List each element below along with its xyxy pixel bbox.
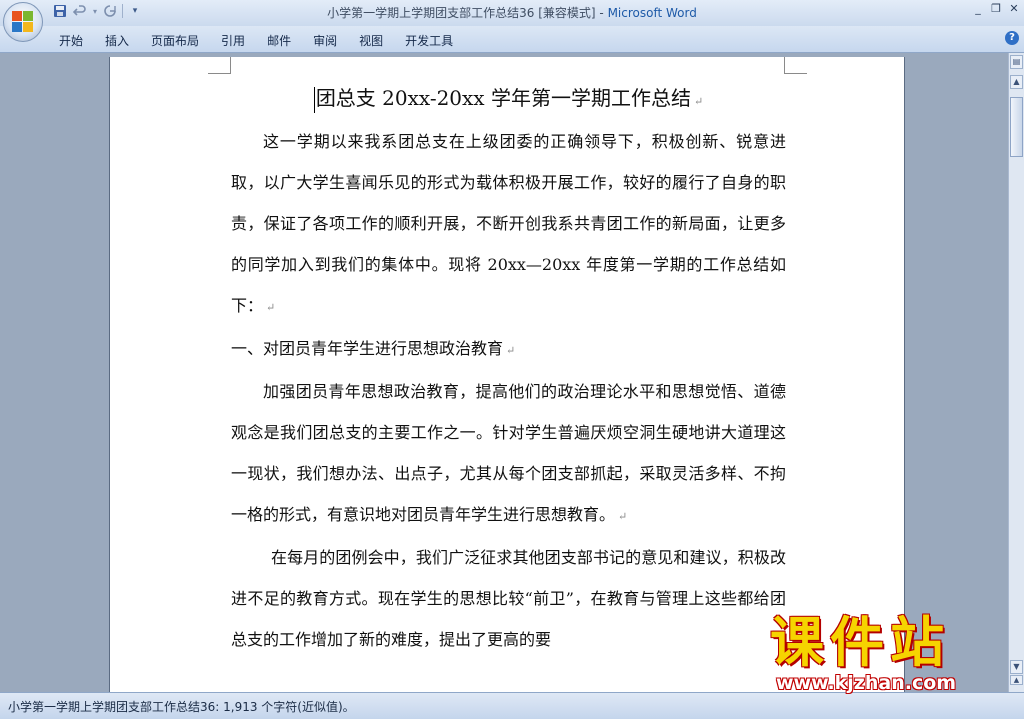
scroll-down-icon[interactable]: ▼ bbox=[1010, 660, 1023, 674]
window-controls: _ ❐ ✕ bbox=[972, 2, 1020, 15]
paragraph: 这一学期以来我系团总支在上级团委的正确领导下，积极创新、锐意进取，以广大学生喜闻… bbox=[231, 132, 786, 315]
tab-mailings[interactable]: 邮件 bbox=[256, 30, 302, 51]
paragraph: 加强团员青年思想政治教育，提高他们的政治理论水平和思想觉悟、道德观念是我们团总支… bbox=[231, 382, 786, 524]
quick-access-toolbar: ▾ ▾ bbox=[52, 3, 143, 19]
tab-developer[interactable]: 开发工具 bbox=[394, 30, 464, 51]
minimize-icon[interactable]: _ bbox=[972, 2, 984, 15]
crop-mark-top-left bbox=[208, 57, 231, 74]
watermark-main-text: 课件站 bbox=[770, 611, 950, 674]
qat-separator bbox=[122, 4, 123, 18]
status-text: 小学第一学期上学期团支部工作总结36: 1,913 个字符(近似值)。 bbox=[8, 700, 355, 714]
document-page[interactable]: 团总支 20xx-20xx 学年第一学期工作总结 ↵ 这一学期以来我系团总支在上级… bbox=[110, 57, 904, 692]
app-name: Microsoft Word bbox=[607, 6, 697, 20]
tab-review[interactable]: 审阅 bbox=[302, 30, 348, 51]
crop-mark-top-right bbox=[784, 57, 807, 74]
restore-icon[interactable]: ❐ bbox=[990, 2, 1002, 15]
undo-dropdown-icon[interactable]: ▾ bbox=[92, 3, 98, 19]
tab-insert[interactable]: 插入 bbox=[94, 30, 140, 51]
help-icon[interactable]: ? bbox=[1005, 31, 1019, 45]
section-heading: 一、对团员青年学生进行思想政治教育 ↵ bbox=[231, 339, 516, 358]
previous-page-icon[interactable]: ▲ bbox=[1010, 675, 1023, 685]
watermark-logo: 课件站 www.kjzhan.com bbox=[770, 611, 957, 695]
office-button[interactable] bbox=[3, 2, 43, 42]
ribbon-tabs: 开始 插入 页面布局 引用 邮件 审阅 视图 开发工具 bbox=[48, 30, 464, 51]
scroll-thumb[interactable] bbox=[1010, 97, 1023, 157]
save-icon[interactable] bbox=[52, 3, 68, 19]
paragraph-mark: ↵ bbox=[693, 95, 704, 108]
document-name: 小学第一学期上学期团支部工作总结36 [兼容模式] bbox=[327, 6, 596, 20]
watermark-url: www.kjzhan.com bbox=[776, 672, 957, 694]
tab-page-layout[interactable]: 页面布局 bbox=[140, 30, 210, 51]
text-cursor bbox=[313, 86, 315, 113]
scroll-up-icon[interactable]: ▲ bbox=[1010, 75, 1023, 89]
redo-icon[interactable] bbox=[102, 3, 118, 19]
undo-icon[interactable] bbox=[72, 3, 88, 19]
ribbon-tab-bar: 开始 插入 页面布局 引用 邮件 审阅 视图 开发工具 ? bbox=[0, 26, 1024, 53]
paragraph: 在每月的团例会中，我们广泛征求其他团支部书记的意见和建议，积极改进不足的教育方式… bbox=[231, 548, 786, 649]
status-bar: 小学第一学期上学期团支部工作总结36: 1,913 个字符(近似值)。 bbox=[0, 692, 1024, 719]
paragraph-mark: ↵ bbox=[618, 510, 628, 523]
window-title: 小学第一学期上学期团支部工作总结36 [兼容模式] - Microsoft Wo… bbox=[327, 6, 697, 20]
tab-references[interactable]: 引用 bbox=[210, 30, 256, 51]
title-bar: 小学第一学期上学期团支部工作总结36 [兼容模式] - Microsoft Wo… bbox=[0, 0, 1024, 26]
tab-view[interactable]: 视图 bbox=[348, 30, 394, 51]
paragraph-mark: ↵ bbox=[506, 344, 516, 357]
paragraph-mark: ↵ bbox=[266, 301, 276, 314]
ruler-toggle-icon[interactable]: ▤ bbox=[1010, 55, 1023, 69]
close-icon[interactable]: ✕ bbox=[1008, 2, 1020, 15]
vertical-scrollbar[interactable]: ▤ ▲ ▼ ▲ bbox=[1008, 53, 1024, 692]
document-workspace[interactable]: 团总支 20xx-20xx 学年第一学期工作总结 ↵ 这一学期以来我系团总支在上级… bbox=[0, 53, 1008, 692]
office-logo-icon bbox=[12, 11, 34, 33]
document-title: 团总支 20xx-20xx 学年第一学期工作总结 ↵ bbox=[231, 75, 786, 121]
qat-dropdown-icon[interactable]: ▾ bbox=[127, 3, 143, 19]
tab-home[interactable]: 开始 bbox=[48, 30, 94, 51]
document-body[interactable]: 团总支 20xx-20xx 学年第一学期工作总结 ↵ 这一学期以来我系团总支在上级… bbox=[231, 75, 786, 660]
